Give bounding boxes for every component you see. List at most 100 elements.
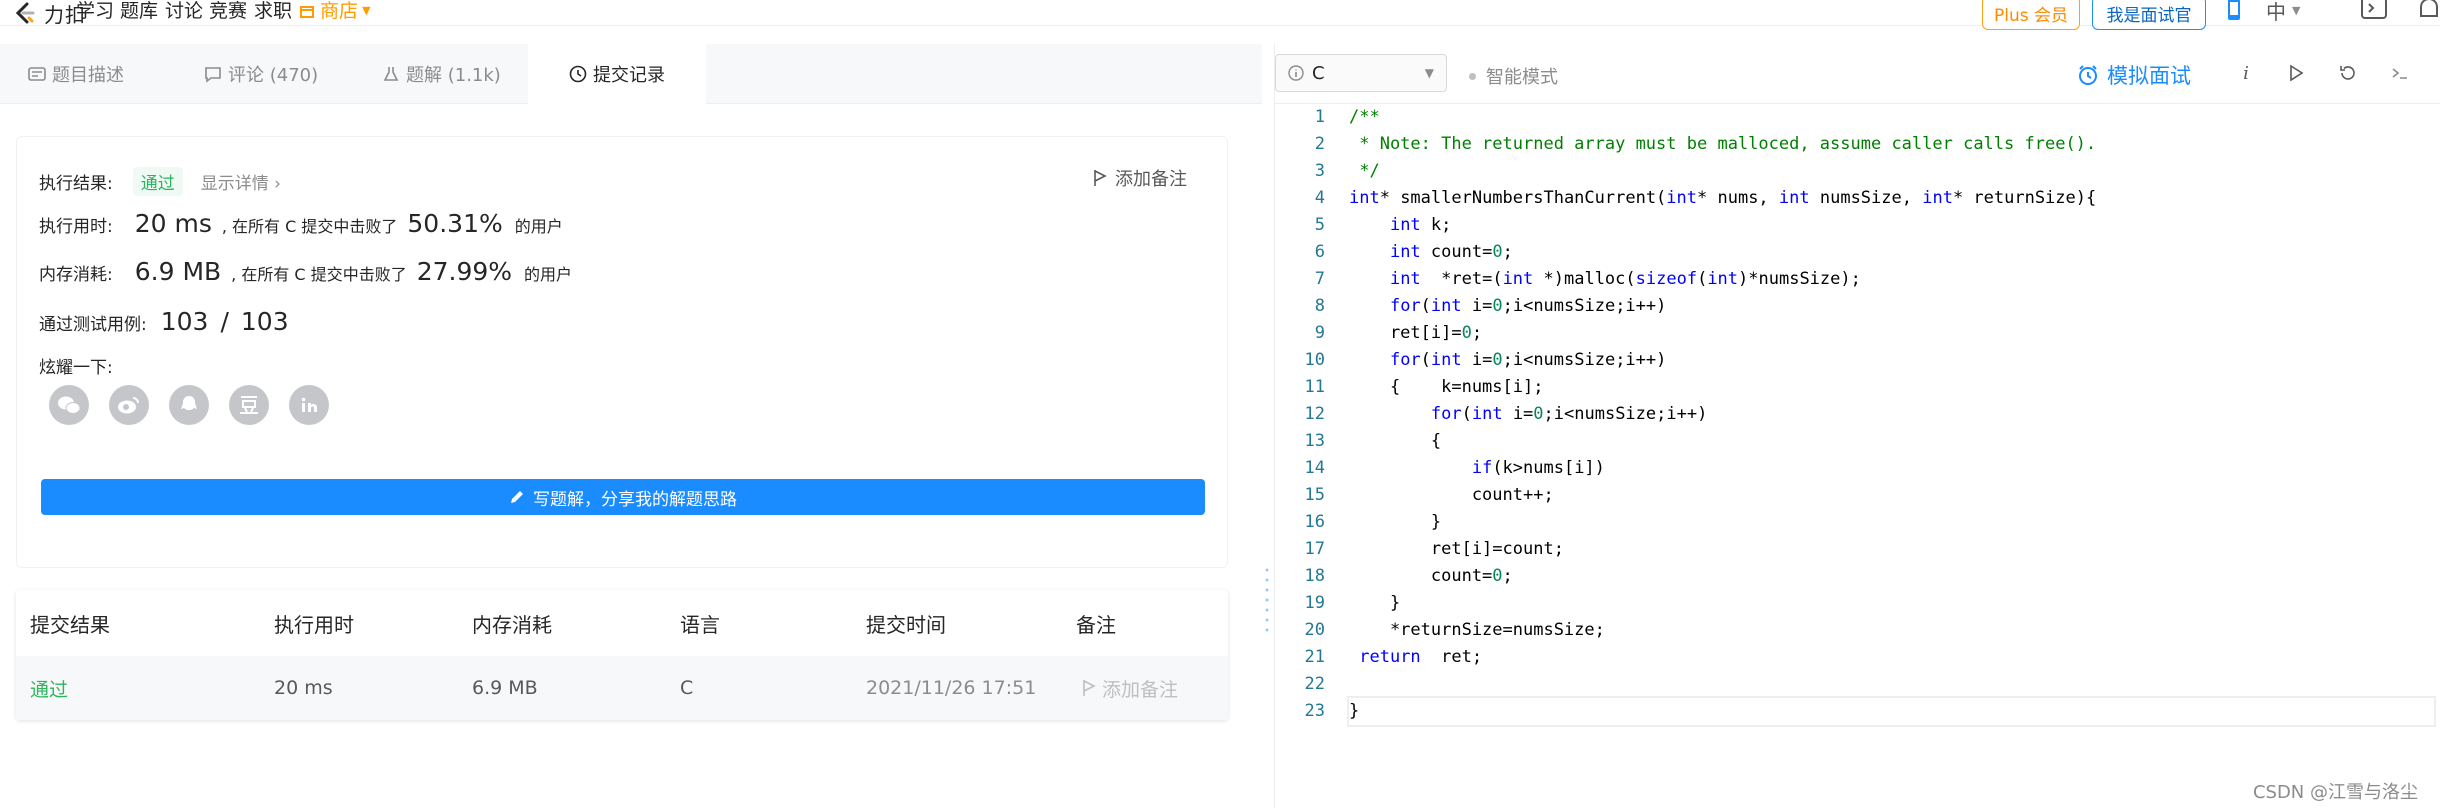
mock-interview-label: 模拟面试 [2107, 64, 2191, 88]
language-select[interactable]: C ▼ [1275, 54, 1447, 92]
runtime-suffix: 的用户 [514, 217, 563, 236]
share-label-row: 炫耀一下: [39, 353, 113, 378]
code-line: for(int i=0;i<numsSize;i++) [1430, 404, 1708, 424]
wechat-icon[interactable] [49, 385, 89, 425]
code-content[interactable]: /** * Note: The returned array must be m… [1347, 104, 2436, 727]
problem-tabs: 题目描述 评论 (470) 题解 (1.1k) 提交记录 [0, 44, 1262, 104]
code-line: ret[i]=count; [1349, 539, 1564, 559]
weibo-icon[interactable] [109, 385, 149, 425]
interviewer-button[interactable]: 我是面试官 [2092, 0, 2206, 30]
qq-icon[interactable] [169, 385, 209, 425]
tests-passed: 103 [160, 307, 209, 336]
code-line: if(k>nums[i]) [1471, 458, 1605, 478]
memory-suffix: 的用户 [524, 265, 573, 284]
code-line: return ret; [1359, 647, 1483, 667]
nav-study[interactable]: 学习 [76, 0, 114, 26]
linkedin-icon[interactable] [289, 385, 329, 425]
line-number: 10 [1304, 350, 1325, 370]
row-status[interactable]: 通过 [30, 656, 68, 720]
row-add-note[interactable]: 添加备注 [1082, 656, 1178, 720]
runtime-value: 20 ms [134, 209, 212, 238]
code-editor[interactable]: 1 2 3 4 5 6 7 8 9 10 11 12 13 14 15 16 17 18 19 20 21 22 23 /*… [1275, 104, 2440, 808]
caret-down-icon: ▼ [2292, 3, 2301, 17]
row-time: 2021/11/26 17:51 [866, 677, 1037, 699]
nav-store[interactable]: 商店 ▼ [300, 0, 371, 26]
tab-description[interactable]: 题目描述 [28, 44, 124, 104]
logo[interactable]: 力扣 [12, 0, 86, 27]
code-line: ret[i]=0; [1349, 323, 1483, 343]
code-line: int *ret=(int *)malloc(sizeof(int)*numsS… [1389, 269, 1861, 289]
phone-icon[interactable] [2226, 0, 2242, 22]
info-icon [1288, 65, 1304, 81]
panel-resize-handle[interactable] [1265, 566, 1269, 636]
tests-separator: / [220, 307, 229, 336]
line-number: 22 [1304, 674, 1325, 694]
runtime-label: 执行用时: [39, 217, 113, 237]
code-line: int* smallerNumbersThanCurrent(int* nums… [1349, 188, 2097, 208]
result-card: 执行结果: 通过 显示详情 › 添加备注 执行用时: 20 ms , 在所有 C… [16, 136, 1228, 568]
leetcode-logo-icon [15, 2, 35, 24]
smart-mode-label: 智能模式 [1486, 67, 1558, 88]
row-language: C [680, 677, 694, 699]
tests-row: 通过测试用例: 103 / 103 [39, 307, 289, 336]
language-switch[interactable]: 中 ▼ [2266, 0, 2301, 24]
add-note-button[interactable]: 添加备注 [1093, 165, 1187, 191]
editor-toolbar: C ▼ 智能模式 模拟面试 i [1275, 44, 2440, 104]
line-number: 9 [1314, 323, 1325, 343]
write-solution-button[interactable]: 写题解，分享我的解题思路 [41, 479, 1205, 515]
reset-icon[interactable] [2337, 62, 2359, 84]
line-number: 8 [1314, 296, 1325, 316]
line-number: 12 [1304, 404, 1325, 424]
code-line: *returnSize=numsSize; [1349, 620, 1605, 640]
caret-down-icon: ▼ [362, 4, 371, 17]
write-solution-label: 写题解，分享我的解题思路 [533, 489, 737, 510]
line-number: 2 [1314, 134, 1325, 154]
language-select-value: C [1312, 62, 1325, 84]
share-label: 炫耀一下: [39, 358, 113, 378]
line-number: 14 [1304, 458, 1325, 478]
info-italic-icon[interactable]: i [2235, 62, 2257, 84]
code-line: /** [1349, 107, 1380, 127]
line-number: 13 [1304, 431, 1325, 451]
alarm-clock-icon [2079, 65, 2097, 85]
result-status-row: 执行结果: 通过 显示详情 › [39, 167, 281, 196]
tests-label: 通过测试用例: [39, 315, 147, 335]
line-number: 3 [1314, 161, 1325, 181]
table-row[interactable]: 通过 20 ms 6.9 MB C 2021/11/26 17:51 添加备注 [16, 656, 1228, 720]
nav-jobs[interactable]: 求职 [254, 0, 292, 26]
show-details-link[interactable]: 显示详情 › [201, 169, 281, 194]
nav-discuss[interactable]: 讨论 [165, 0, 203, 26]
nav-problems[interactable]: 题库 [120, 0, 158, 26]
add-note-label: 添加备注 [1115, 169, 1187, 190]
run-icon[interactable] [2285, 62, 2307, 84]
smart-mode-toggle[interactable]: 智能模式 [1469, 63, 1558, 89]
share-buttons [49, 385, 329, 425]
code-line: count++; [1349, 485, 1554, 505]
tab-comments[interactable]: 评论 (470) [204, 44, 318, 104]
status-label: 执行结果: [39, 174, 113, 194]
plus-member-button[interactable]: Plus 会员 [1982, 0, 2080, 30]
douban-icon[interactable] [229, 385, 269, 425]
smart-mode-dot-icon [1469, 72, 1476, 80]
memory-row: 内存消耗: 6.9 MB , 在所有 C 提交中击败了 27.99% 的用户 [39, 257, 572, 286]
flask-icon [383, 67, 399, 81]
tab-solutions[interactable]: 题解 (1.1k) [382, 44, 501, 104]
tab-description-label: 题目描述 [52, 65, 124, 86]
line-number: 23 [1304, 701, 1325, 721]
status-badge: 通过 [132, 167, 183, 196]
tab-submissions[interactable]: 提交记录 [528, 44, 706, 104]
language-label: 中 [2266, 0, 2286, 24]
row-add-note-label: 添加备注 [1102, 678, 1179, 701]
code-line: { k=nums[i]; [1349, 377, 1544, 397]
tests-total: 103 [240, 307, 289, 336]
tab-comments-label: 评论 (470) [228, 65, 319, 86]
nav-contest[interactable]: 竞赛 [209, 0, 247, 26]
playground-icon[interactable] [2360, 0, 2388, 22]
line-number: 19 [1304, 593, 1325, 613]
console-icon[interactable] [2389, 62, 2411, 84]
mock-interview-button[interactable]: 模拟面试 [2077, 60, 2191, 90]
watermark: CSDN @江雪与洛尘 [2252, 782, 2418, 803]
memory-text: , 在所有 C 提交中击败了 [231, 265, 407, 284]
bell-icon[interactable] [2416, 0, 2440, 24]
